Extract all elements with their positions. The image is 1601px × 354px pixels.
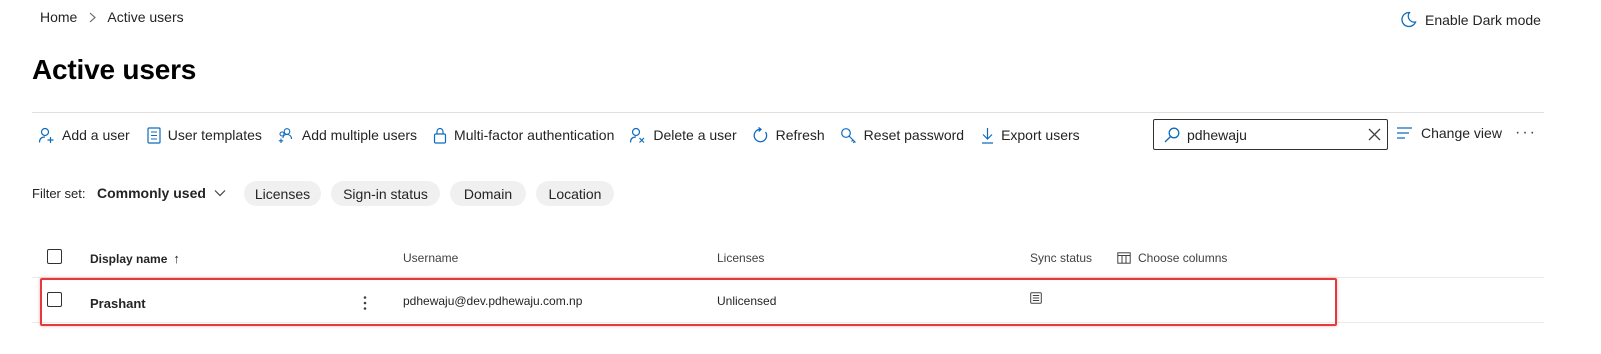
add-multiple-users-label: Add multiple users bbox=[301, 127, 418, 143]
select-all-checkbox[interactable] bbox=[47, 249, 62, 264]
refresh-label: Refresh bbox=[775, 127, 825, 143]
column-header-display-name[interactable]: Display name ↑ bbox=[90, 251, 180, 266]
user-templates-label: User templates bbox=[167, 127, 262, 143]
lock-icon bbox=[433, 127, 454, 144]
filter-set-label: Filter set: bbox=[32, 186, 86, 201]
reset-password-label: Reset password bbox=[863, 127, 965, 143]
column-header-sync-status[interactable]: Sync status bbox=[1030, 251, 1092, 265]
filter-pill-domain[interactable]: Domain bbox=[450, 181, 526, 206]
delete-user-button[interactable]: Delete a user bbox=[629, 127, 737, 144]
mfa-label: Multi-factor authentication bbox=[454, 127, 615, 143]
clear-search-icon[interactable] bbox=[1368, 128, 1381, 141]
choose-columns-icon bbox=[1117, 252, 1131, 264]
breadcrumb-current: Active users bbox=[107, 9, 184, 25]
delete-person-icon bbox=[629, 127, 653, 144]
reset-password-button[interactable]: Reset password bbox=[840, 127, 964, 144]
column-header-licenses[interactable]: Licenses bbox=[717, 251, 764, 265]
filter-set-dropdown[interactable]: Commonly used bbox=[97, 185, 226, 201]
export-users-label: Export users bbox=[1001, 127, 1080, 143]
add-user-button[interactable]: Add a user bbox=[38, 127, 130, 144]
refresh-icon bbox=[752, 126, 776, 144]
change-view-label: Change view bbox=[1421, 125, 1502, 141]
page-title: Active users bbox=[32, 54, 197, 85]
filter-pill-sign-in-status[interactable]: Sign-in status bbox=[331, 181, 440, 206]
command-bar: Add a user User templates Add multiple u… bbox=[38, 122, 1080, 148]
sort-ascending-icon: ↑ bbox=[173, 251, 180, 266]
search-input[interactable] bbox=[1187, 126, 1368, 143]
more-options-icon[interactable]: ··· bbox=[1515, 124, 1537, 142]
display-name-header-label: Display name bbox=[90, 251, 168, 266]
add-person-icon bbox=[38, 127, 62, 144]
filter-set-value: Commonly used bbox=[97, 185, 206, 201]
chevron-right-icon bbox=[89, 12, 97, 23]
mfa-button[interactable]: Multi-factor authentication bbox=[433, 127, 614, 144]
dark-mode-label: Enable Dark mode bbox=[1425, 11, 1541, 28]
chevron-down-icon bbox=[206, 189, 226, 197]
user-templates-button[interactable]: User templates bbox=[147, 126, 262, 144]
filter-pill-licenses[interactable]: Licenses bbox=[244, 181, 321, 206]
template-icon bbox=[147, 126, 168, 144]
search-icon bbox=[1164, 127, 1180, 143]
breadcrumb-home[interactable]: Home bbox=[40, 9, 77, 25]
delete-user-label: Delete a user bbox=[653, 127, 737, 143]
title-divider bbox=[32, 112, 1544, 113]
choose-columns-button[interactable]: Choose columns bbox=[1117, 251, 1227, 265]
download-icon bbox=[981, 127, 1001, 144]
refresh-button[interactable]: Refresh bbox=[752, 126, 825, 144]
export-users-button[interactable]: Export users bbox=[981, 127, 1080, 144]
enable-dark-mode-button[interactable]: Enable Dark mode bbox=[1400, 11, 1541, 28]
choose-columns-label: Choose columns bbox=[1138, 251, 1228, 265]
row-highlight-annotation bbox=[40, 278, 1337, 326]
search-box[interactable] bbox=[1153, 119, 1388, 150]
key-icon bbox=[840, 127, 864, 144]
column-header-username[interactable]: Username bbox=[403, 251, 458, 265]
change-view-button[interactable]: Change view bbox=[1396, 125, 1502, 141]
breadcrumb: Home Active users bbox=[40, 9, 184, 25]
add-multiple-users-button[interactable]: Add multiple users bbox=[277, 127, 417, 144]
add-user-label: Add a user bbox=[62, 127, 130, 143]
people-add-icon bbox=[277, 127, 302, 144]
moon-icon bbox=[1400, 11, 1425, 28]
view-list-icon bbox=[1396, 126, 1421, 140]
filter-pill-location[interactable]: Location bbox=[536, 181, 614, 206]
